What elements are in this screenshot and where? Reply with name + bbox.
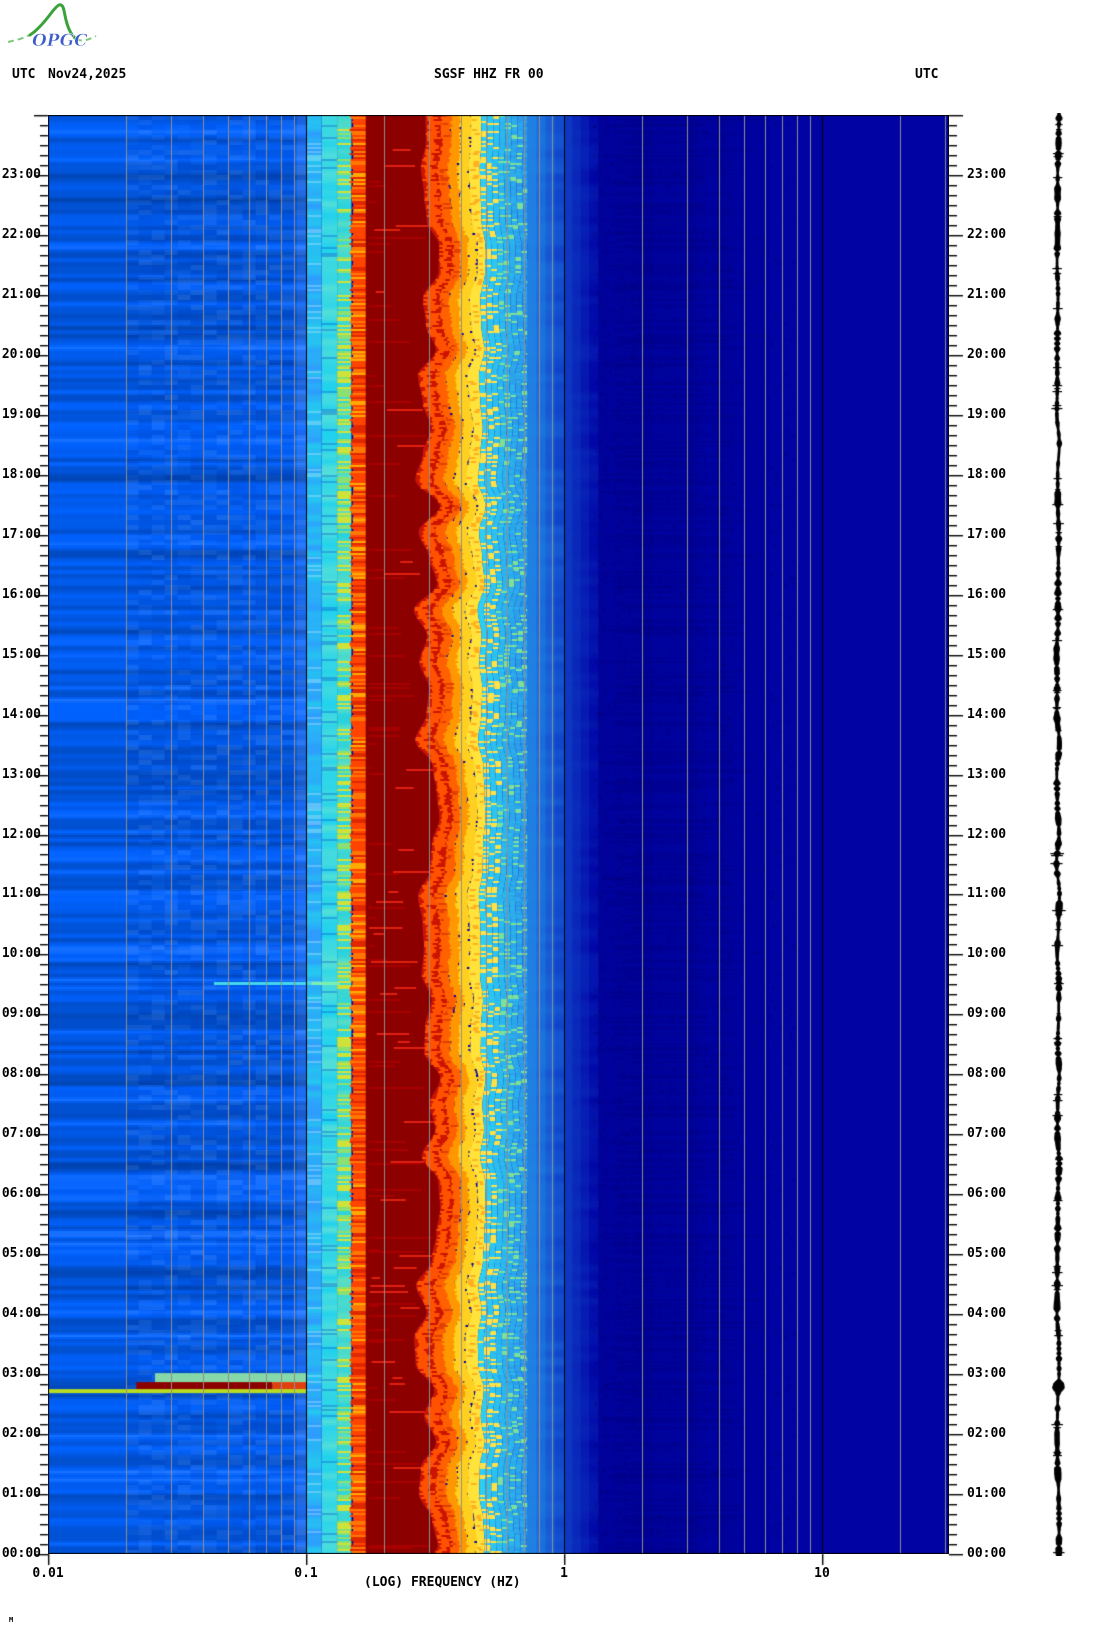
opgc-logo: OPGC (7, 3, 97, 51)
time-label-left: 13:00 (1, 766, 41, 782)
frequency-axis-label: (LOG) FREQUENCY (HZ) (364, 1575, 521, 1590)
time-label-left: 12:00 (1, 826, 41, 842)
time-label-right: 16:00 (967, 586, 1007, 602)
time-label-left: 11:00 (1, 886, 41, 902)
header-utc-left-label: UTC (12, 67, 36, 82)
time-label-right: 02:00 (967, 1426, 1007, 1442)
time-label-left: 03:00 (1, 1366, 41, 1382)
freq-tick-label: 0.01 (32, 1566, 64, 1581)
seismogram-trace-canvas (1044, 113, 1072, 1556)
time-label-right: 15:00 (967, 646, 1007, 662)
time-label-left: 02:00 (1, 1426, 41, 1442)
time-label-right: 09:00 (967, 1006, 1007, 1022)
time-label-left: 18:00 (1, 466, 41, 482)
time-label-left: 10:00 (1, 946, 41, 962)
time-label-right: 21:00 (967, 286, 1007, 302)
time-label-right: 00:00 (967, 1546, 1007, 1561)
time-label-right: 03:00 (967, 1366, 1007, 1382)
station-title: SGSF HHZ FR 00 (434, 67, 544, 82)
time-label-right: 20:00 (967, 346, 1007, 362)
time-label-left: 05:00 (1, 1246, 41, 1262)
time-label-right: 19:00 (967, 406, 1007, 422)
time-label-left: 09:00 (1, 1006, 41, 1022)
time-label-right: 11:00 (967, 886, 1007, 902)
time-label-left: 20:00 (1, 346, 41, 362)
time-label-right: 08:00 (967, 1066, 1007, 1082)
time-label-right: 06:00 (967, 1186, 1007, 1202)
logo-dashed-slope (7, 34, 31, 43)
freq-tick-label: 0.1 (294, 1566, 318, 1581)
header-date-label: Nov24,2025 (48, 67, 127, 82)
time-label-left: 06:00 (1, 1186, 41, 1202)
freq-tick-label: 1 (560, 1566, 568, 1581)
time-label-right: 18:00 (967, 466, 1007, 482)
time-label-right: 10:00 (967, 946, 1007, 962)
time-label-left: 19:00 (1, 406, 41, 422)
spectrogram-canvas (48, 115, 949, 1554)
time-label-left: 15:00 (1, 646, 41, 662)
time-label-right: 12:00 (967, 826, 1007, 842)
freq-tick-label: 10 (814, 1566, 830, 1581)
time-label-right: 01:00 (967, 1486, 1007, 1502)
corner-mark: M (9, 1616, 14, 1624)
header-utc-right-label: UTC (915, 67, 939, 82)
time-label-left: 22:00 (1, 226, 41, 242)
time-label-right: 22:00 (967, 226, 1007, 242)
time-label-left: 16:00 (1, 586, 41, 602)
time-label-left: 01:00 (1, 1486, 41, 1502)
logo-text: OPGC (32, 31, 88, 51)
time-label-left: 23:00 (1, 166, 41, 182)
time-label-right: 23:00 (967, 166, 1007, 182)
time-label-left: 08:00 (1, 1066, 41, 1082)
time-label-right: 05:00 (967, 1246, 1007, 1262)
time-label-right: 04:00 (967, 1306, 1007, 1322)
time-label-left: 14:00 (1, 706, 41, 722)
time-label-right: 14:00 (967, 706, 1007, 722)
time-label-right: 17:00 (967, 526, 1007, 542)
time-label-right: 07:00 (967, 1126, 1007, 1142)
time-label-left: 21:00 (1, 286, 41, 302)
time-label-left: 17:00 (1, 526, 41, 542)
time-label-left: 04:00 (1, 1306, 41, 1322)
time-label-left: 07:00 (1, 1126, 41, 1142)
time-label-right: 13:00 (967, 766, 1007, 782)
time-label-left: 00:00 (1, 1546, 41, 1561)
